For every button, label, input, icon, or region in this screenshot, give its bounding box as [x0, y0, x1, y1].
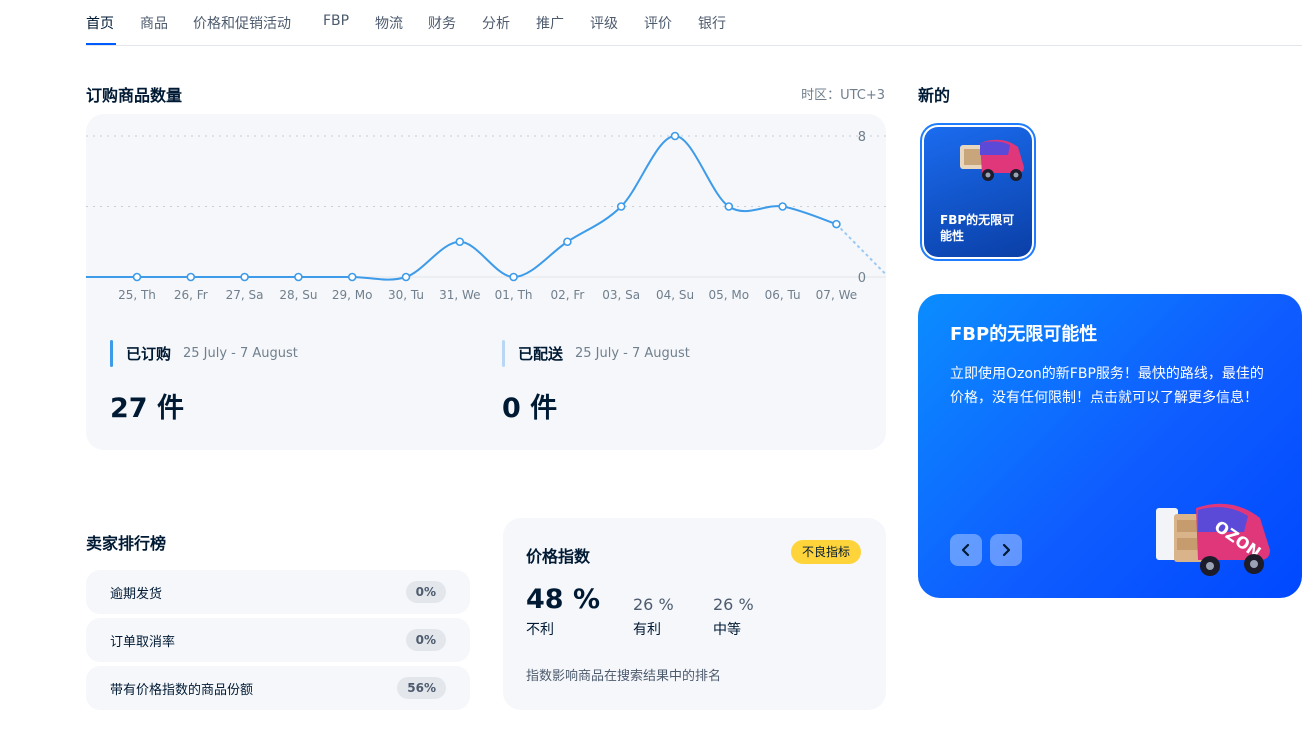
- x-tick-label: 26, Fr: [174, 288, 208, 302]
- shipped-range: 25 July - 7 August: [575, 346, 690, 361]
- ranking-row-value: 0%: [405, 629, 446, 651]
- ranking-row-late-shipment[interactable]: 逾期发货 0%: [86, 570, 470, 614]
- active-tab-indicator: [86, 43, 116, 45]
- price-index-note: 指数影响商品在搜索结果中的排名: [526, 669, 722, 684]
- price-index-favorable-value: 26 %: [633, 595, 674, 614]
- orders-chart-card: 0 8 25, Th 26, Fr 27, Sa 28, Su 29, Mo 30, Tu 31…: [86, 114, 886, 450]
- chevron-left-icon: [961, 543, 970, 557]
- promo-next-button[interactable]: [990, 534, 1022, 566]
- shipped-value: 0 件: [502, 393, 558, 424]
- x-tick-label: 25, Th: [118, 288, 156, 302]
- price-index-card[interactable]: 价格指数 不良指标 48 % 不利 26 % 有利 26 % 中等 指数影响商品…: [503, 518, 886, 710]
- orders-data-point: [832, 219, 841, 229]
- x-tick-label: 30, Tu: [388, 288, 424, 302]
- price-index-title: 价格指数: [526, 547, 591, 566]
- price-index-medium-label: 中等: [713, 622, 741, 638]
- ranking-row-label: 订单取消率: [110, 635, 176, 650]
- orders-data-point: [294, 272, 303, 282]
- tab-finance[interactable]: 财务: [428, 13, 456, 33]
- ordered-label: 已订购: [126, 345, 172, 363]
- orders-data-point: [509, 272, 518, 282]
- ranking-row-label: 逾期发货: [110, 587, 163, 602]
- news-story-inner: FBP的无限可能性: [924, 127, 1032, 257]
- price-index-main-value: 48 %: [526, 584, 601, 615]
- tab-fbp[interactable]: FBP: [323, 13, 349, 29]
- tab-products[interactable]: 商品: [140, 13, 168, 33]
- price-index-favorable-label: 有利: [633, 622, 661, 638]
- x-tick-label: 29, Mo: [332, 288, 373, 302]
- price-index-status-badge: 不良指标: [790, 540, 861, 564]
- tab-bank[interactable]: 银行: [698, 13, 726, 33]
- news-story-card[interactable]: FBP的无限可能性: [920, 123, 1036, 261]
- orders-title: 订购商品数量: [86, 86, 183, 105]
- promo-prev-button[interactable]: [950, 534, 982, 566]
- delivery-van-icon: [960, 139, 1024, 181]
- orders-data-point: [778, 202, 787, 211]
- x-tick-label: 01, Th: [495, 288, 533, 302]
- x-tick-label: 02, Fr: [550, 288, 584, 302]
- orders-line-chart: 0 8 25, Th 26, Fr 27, Sa 28, Su 29, Mo 30, Tu 31…: [86, 130, 886, 302]
- promo-body: 立即使用Ozon的新FBP服务！最快的路线，最佳的价格，没有任何限制！点击就可以…: [950, 366, 1264, 406]
- price-index-medium-value: 26 %: [713, 595, 754, 614]
- orders-data-point: [670, 131, 680, 141]
- news-story-text: FBP的无限可能性: [940, 213, 1015, 243]
- promo-title: FBP的无限可能性: [950, 324, 1098, 345]
- orders-series-line: [86, 134, 837, 281]
- tab-rating[interactable]: 评级: [590, 13, 618, 33]
- tab-prices-promotions[interactable]: 价格和促销活动: [193, 13, 291, 33]
- ozon-van-illustration: OZON: [1156, 503, 1270, 576]
- x-tick-label: 03, Sa: [602, 288, 640, 302]
- tab-analytics[interactable]: 分析: [482, 13, 510, 33]
- orders-data-point: [132, 272, 142, 282]
- chevron-right-icon: [1002, 543, 1011, 557]
- timezone-label: 时区：UTC+3: [801, 88, 885, 103]
- ranking-row-value: 56%: [397, 677, 446, 699]
- x-tick-label: 05, Mo: [709, 288, 750, 302]
- tab-promotion[interactable]: 推广: [536, 13, 564, 33]
- fbp-promo-banner[interactable]: FBP的无限可能性 立即使用Ozon的新FBP服务！最快的路线，最佳的价格，没有…: [918, 294, 1302, 598]
- ordered-range: 25 July - 7 August: [183, 346, 298, 361]
- shipped-indicator-bar: [502, 340, 505, 367]
- orders-data-point: [724, 202, 734, 211]
- ranking-title: 卖家排行榜: [86, 534, 167, 553]
- x-tick-label: 06, Tu: [765, 288, 801, 302]
- y-tick-label: 8: [858, 130, 866, 145]
- ordered-value: 27 件: [110, 393, 184, 424]
- orders-data-point: [186, 272, 196, 282]
- orders-data-point: [455, 237, 465, 247]
- y-tick-label: 0: [858, 271, 866, 286]
- orders-projection-line: [835, 223, 886, 276]
- tab-home[interactable]: 首页: [86, 13, 114, 33]
- ranking-row-price-index-share[interactable]: 带有价格指数的商品份额 56%: [86, 666, 470, 710]
- ordered-indicator-bar: [110, 340, 113, 367]
- orders-data-point: [401, 272, 411, 282]
- orders-data-point: [563, 237, 572, 247]
- orders-data-point: [347, 272, 357, 282]
- top-nav: 首页 商品 价格和促销活动 FBP 物流 财务 分析 推广 评级 评价 银行: [86, 0, 1302, 46]
- orders-data-point: [240, 272, 249, 282]
- ranking-row-label: 带有价格指数的商品份额: [110, 683, 254, 698]
- orders-data-point: [616, 202, 626, 211]
- news-title: 新的: [918, 86, 951, 105]
- x-tick-label: 04, Su: [656, 288, 694, 302]
- ranking-row-value: 0%: [405, 581, 446, 603]
- price-index-main-label: 不利: [526, 622, 554, 638]
- x-tick-label: 28, Su: [279, 288, 317, 302]
- tab-logistics[interactable]: 物流: [375, 13, 403, 33]
- ranking-row-cancel-rate[interactable]: 订单取消率 0%: [86, 618, 470, 662]
- x-tick-label: 27, Sa: [226, 288, 264, 302]
- shipped-label: 已配送: [518, 345, 564, 363]
- x-tick-label: 31, We: [439, 288, 480, 302]
- tab-reviews[interactable]: 评价: [644, 13, 672, 33]
- x-tick-label: 07, We: [816, 288, 857, 302]
